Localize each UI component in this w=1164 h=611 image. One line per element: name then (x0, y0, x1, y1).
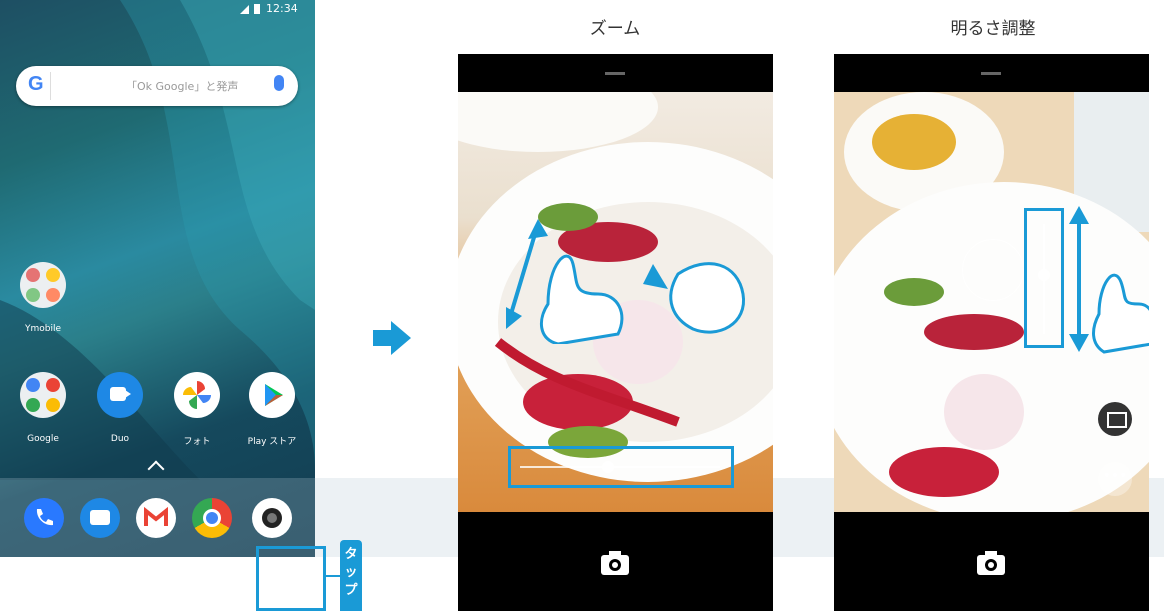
duo-icon[interactable] (97, 372, 143, 418)
shutter-camera-icon-2[interactable] (976, 550, 1006, 576)
chrome-icon[interactable] (192, 498, 232, 538)
next-arrow-icon (373, 321, 411, 355)
zoom-slider[interactable] (520, 461, 720, 473)
camera-icon[interactable] (252, 498, 292, 538)
pinch-gesture-icon (506, 219, 745, 344)
brightness-slider[interactable] (1038, 224, 1050, 334)
ymobile-folder-label: Ymobile (24, 324, 62, 334)
app-label-duo: Duo (110, 434, 130, 444)
home-screen: 12:34 G 「Ok Google」と発声 Ymobile Google Du… (0, 0, 1164, 557)
messages-icon[interactable] (80, 498, 120, 538)
google-search-bar[interactable]: G 「Ok Google」と発声 (16, 66, 298, 106)
google-folder-icon[interactable] (20, 372, 66, 418)
mic-icon[interactable] (274, 75, 284, 91)
camera-brightness-screen: ••• (834, 54, 1149, 611)
battery-icon (254, 4, 260, 14)
camera-zoom-screen (458, 54, 773, 611)
more-options-icon[interactable]: ••• (1098, 462, 1132, 496)
status-bar: 12:34 (0, 0, 1164, 22)
google-g-icon: G (28, 73, 44, 95)
ymobile-folder[interactable] (20, 262, 66, 308)
play-store-icon[interactable] (249, 372, 295, 418)
signal-icon (240, 5, 249, 14)
app-label-play-store: Play ストア (247, 437, 297, 447)
search-hint: 「Ok Google」と発声 (126, 80, 239, 93)
tap-badge: タップ (340, 540, 362, 611)
photos-icon[interactable] (174, 372, 220, 418)
status-time: 12:34 (266, 2, 298, 15)
gmail-icon[interactable] (136, 498, 176, 538)
app-label-photos: フォト (183, 437, 211, 447)
phone-icon[interactable] (24, 498, 64, 538)
brightness-slider-thumb[interactable] (1038, 269, 1050, 281)
focus-circle (962, 239, 1024, 301)
camera-highlight (256, 546, 326, 611)
zoom-slider-thumb[interactable] (602, 461, 614, 473)
tap-connector (326, 575, 340, 577)
gallery-shortcut-icon[interactable] (1098, 402, 1132, 436)
app-label-google: Google (27, 434, 59, 444)
swipe-vertical-gesture-icon (1069, 206, 1149, 354)
shutter-camera-icon[interactable] (600, 550, 630, 576)
